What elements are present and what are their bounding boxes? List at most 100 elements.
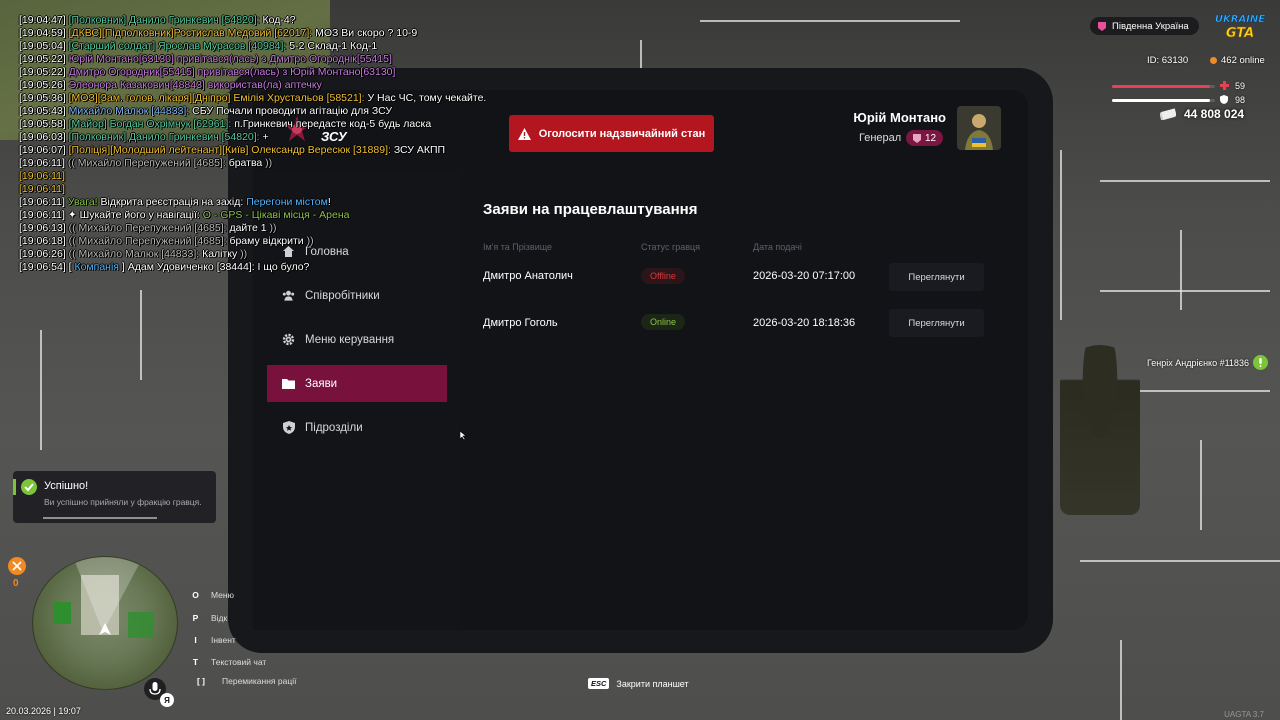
hint-key: I [194,635,197,645]
chat-timestamp: [19:04:59] [19,27,69,39]
hint-label: Перемикання рації [222,676,297,686]
badge-icon [913,133,921,143]
declare-emergency-button[interactable]: Оголосити надзвичайний стан [509,115,714,152]
chat-line: [19:05:36] [МОЗ][Зам. голов. лікаря][Дні… [19,92,539,105]
chat-line: [19:06:03] [Полковник] Данило Гринкевич … [19,131,539,144]
chat-line: [19:05:43] Михайло Малюк [44833]: СБУ По… [19,105,539,118]
chat-timestamp: [19:06:18] [19,235,69,247]
nav-item-divisions[interactable]: Підрозділи [267,409,447,446]
user-rank: Генерал [859,132,902,144]
chat-text: [ДКВС][Підполковник]Ростислав Медовий [6… [68,27,316,39]
chat-line: [19:06:11] [19,170,539,183]
chat-text: [МОЗ][Зам. голов. лікаря][Дніпро] Емілія… [68,92,368,104]
status-badge: Online [641,314,686,330]
chat-line: [19:05:22] Дмитро Огородник[55415] приві… [19,66,539,79]
chat-text: [Полковник] Данило Гринкевич [54820]: [68,131,263,143]
hint-open: P Відк [190,613,228,623]
chat-text: ✦ Шукайте його у навігації: [67,209,203,221]
online-count: 462 online [1210,55,1265,66]
chat-line: [19:06:07] [Поліція][Молодший лейтенант]… [19,144,539,157]
chat-timestamp: [19:06:54] [19,261,69,273]
chat-line: [19:06:18] (( Михайло Перепужений [4685]… [19,235,539,248]
ukraine-gta-logo: UKRAINE GTA [1215,14,1266,40]
avatar [957,106,1001,150]
nametag-label: Генріх Андрієнко #11836 [1147,357,1249,368]
chat-line: [19:04:47] [Полковник] Данило Гринкевич … [19,14,539,27]
hint-inventory: I Інвент [190,635,235,645]
player-id: ID: 63130 [1147,55,1189,66]
chat-text: + [262,131,269,143]
chat-text: 5-2 Склад-1 Код-1 [289,40,378,52]
users-icon [282,289,295,302]
close-tablet-hint[interactable]: ESC Закрити планшет [588,678,689,689]
chat-text: ! [327,196,331,208]
chat-timestamp: [19:05:26] [19,79,69,91]
chat-line: [19:04:59] [ДКВС][Підполковник]Ростислав… [19,27,539,40]
chat-text: )) [303,235,314,247]
view-application-button[interactable]: Переглянути [889,309,984,337]
chat-timestamp: [19:04:47] [19,14,69,26]
chat-line: [19:05:58] [Майор] Богдан Охрімчук [6296… [19,118,539,131]
chat-text: )) [266,222,277,234]
nav-item-employees[interactable]: Співробітники [267,277,447,314]
voice-icon [1252,355,1268,370]
chat-text: дайте 1 [229,222,267,234]
esc-key-icon: ESC [588,678,610,689]
hint-key: P [192,613,199,623]
chat-text: Перегони містом [246,196,328,208]
chat-text: браму відкрити [229,235,304,247]
nav-item-control-menu[interactable]: Меню керування [267,321,447,358]
hint-menu: O Меню [190,590,234,600]
chat-text: Юрій Монтано[63130] привітався(лась) з Д… [68,53,392,65]
hint-key: O [192,590,199,600]
chat-line: [19:06:11] [19,183,539,196]
location-indicator: Південна Україна [1090,17,1199,35]
hint-radio-switch: [ ] Перемикання рації [190,676,296,686]
chat-text: )) [262,157,273,169]
money-display: 44 808 024 [1160,107,1244,121]
user-name: Юрій Монтано [853,110,946,125]
toast-title: Успішно! [44,480,89,492]
chat-text: O - GPS - Цікаві місця - Арена [202,209,350,221]
player-nametag: Генріх Андрієнко #11836 [1147,355,1268,370]
player-arrow-icon [99,623,111,635]
online-label: 462 online [1221,55,1265,66]
column-header-date: Дата подачі [753,242,802,252]
chat-timestamp: [19:06:07] [19,144,69,156]
chat-timestamp: [19:05:58] [19,118,69,130]
health-value: 59 [1235,81,1246,91]
chat-text: [Поліція][Молодший лейтенант][Київ] Олек… [68,144,394,156]
chat-text: (( Михайло Перепужений [4685]: [67,157,229,169]
location-name: Південна Україна [1112,20,1189,32]
chat-line: [19:06:54] [ Компанія ] Адам Удовиченко … [19,261,539,274]
date-time: 20.03.2026 | 19:07 [6,706,81,716]
application-date: 2026-03-20 18:18:36 [753,317,856,329]
chat-timestamp: [19:06:11] [19,183,65,195]
rank-level-badge: 12 [906,130,944,146]
health-icon [1220,81,1229,90]
chat-text: Калітку [202,248,238,260]
nav-item-applications[interactable]: Заяви [267,365,447,402]
hunger-value: 0 [13,578,19,589]
chat-timestamp: [19:06:11] [19,196,68,208]
hint-text-chat: T Текстовий чат [190,657,266,667]
chat-text: [Старший солдат] Ярослав Мурасов [40984]… [68,40,290,52]
chat-line: [19:05:04] [Старший солдат] Ярослав Мура… [19,40,539,53]
chat-text: Увага! [67,196,101,208]
chat-timestamp: [19:05:04] [19,40,69,52]
shield-icon [282,421,295,434]
chat-timestamp: [19:05:43] [19,105,69,117]
chat-timestamp: [19:06:11] [19,170,65,182]
chat-text: Код-4? [262,14,296,26]
online-dot-icon [1210,57,1217,64]
chat-text: Відкрита реєстрація на захід: [100,196,247,208]
chat-timestamp: [19:06:11] [19,157,68,169]
version-label: UAGTA 3.7 [1224,710,1264,719]
chat-line: [19:06:26] (( Михайло Малюк [44833]: Кал… [19,248,539,261]
view-application-button[interactable]: Переглянути [889,263,984,291]
chat-text: Элеонора Казакович[48843] використав(ла)… [68,79,322,91]
applicant-name: Дмитро Гоголь [483,317,558,329]
armor-bar [1112,99,1210,102]
chat-text: (( Михайло Перепужений [4685]: [68,222,230,234]
chat-line: [19:05:22] Юрій Монтано[63130] привітавс… [19,53,539,66]
